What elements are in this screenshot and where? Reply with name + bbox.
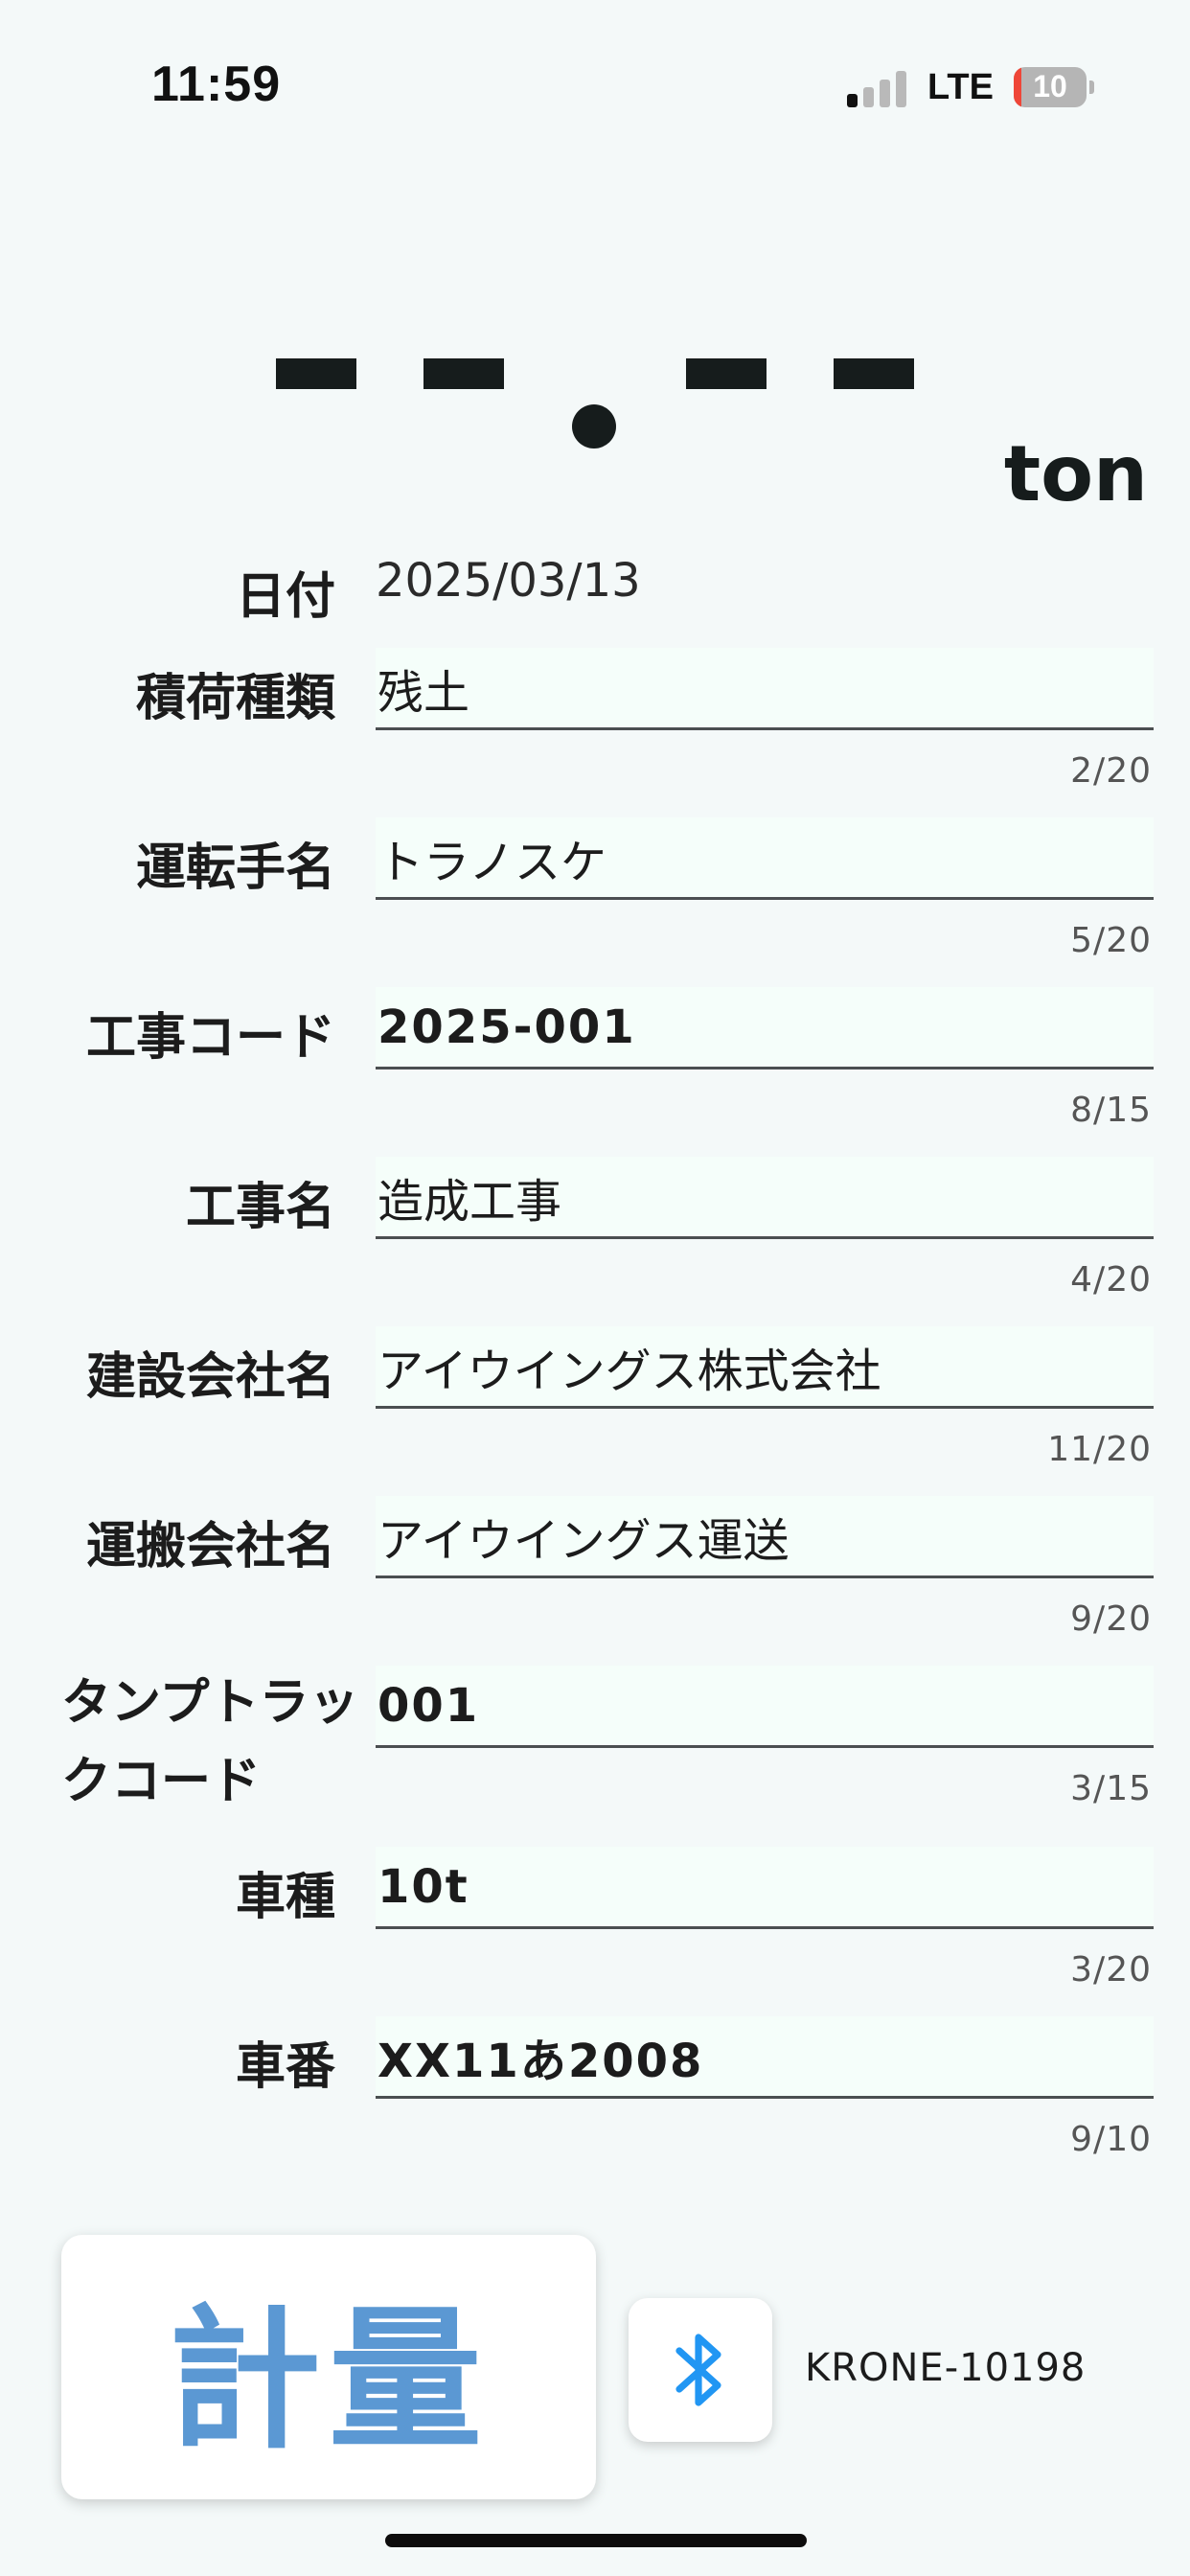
char-counter: 11/20 <box>1047 1430 1152 1469</box>
char-counter: 9/10 <box>1070 2120 1152 2159</box>
vehicle-type-input[interactable] <box>378 1847 1154 1926</box>
weight-digit-dash <box>686 358 767 389</box>
char-counter: 5/20 <box>1070 921 1152 960</box>
char-counter: 3/15 <box>1070 1769 1152 1808</box>
bluetooth-button[interactable] <box>629 2298 772 2442</box>
construction-name-field[interactable] <box>376 1157 1154 1239</box>
field-label: 車種 <box>235 1869 335 1926</box>
weight-digit-dash <box>834 358 914 389</box>
cargo-type-field[interactable] <box>376 648 1154 730</box>
home-indicator[interactable] <box>385 2534 807 2547</box>
field-label: 建設会社名 <box>85 1348 335 1406</box>
construction-company-input[interactable] <box>378 1326 1154 1406</box>
field-label: タンプトラックコード <box>61 1674 359 1810</box>
screen: 11:59 LTE 10 ton 日付 2025/03/13 積荷種類 2/20… <box>0 0 1190 2576</box>
measure-button[interactable]: 計量 <box>61 2235 596 2499</box>
char-counter: 8/15 <box>1070 1091 1152 1130</box>
cargo-type-input[interactable] <box>378 648 1154 727</box>
measure-button-label: 計量 <box>167 2290 490 2470</box>
field-label: 運転手名 <box>135 840 335 897</box>
driver-name-field[interactable] <box>376 817 1154 900</box>
field-label: 工事コード <box>85 1009 335 1067</box>
transport-company-input[interactable] <box>378 1496 1154 1576</box>
battery-icon: 10 <box>1014 67 1094 107</box>
driver-name-input[interactable] <box>378 817 1154 897</box>
vehicle-number-field[interactable] <box>376 2016 1154 2099</box>
field-label: 積荷種類 <box>135 670 335 727</box>
weight-digit-dash <box>276 358 356 389</box>
date-value[interactable]: 2025/03/13 <box>376 554 641 608</box>
date-label: 日付 <box>235 568 335 626</box>
weight-decimal-point <box>572 404 616 448</box>
vehicle-number-input[interactable] <box>378 2016 1154 2096</box>
construction-code-input[interactable] <box>378 987 1154 1067</box>
construction-company-field[interactable] <box>376 1326 1154 1409</box>
construction-code-field[interactable] <box>376 987 1154 1070</box>
char-counter: 4/20 <box>1070 1260 1152 1300</box>
battery-percent: 10 <box>1033 69 1067 104</box>
transport-company-field[interactable] <box>376 1496 1154 1578</box>
weight-unit: ton <box>1003 429 1148 518</box>
field-label: 車番 <box>235 2038 335 2096</box>
bluetooth-icon <box>675 2334 721 2406</box>
construction-name-input[interactable] <box>378 1157 1154 1236</box>
network-type: LTE <box>927 67 994 107</box>
cellular-signal-icon <box>847 71 906 107</box>
weight-digit-dash <box>423 358 504 389</box>
char-counter: 3/20 <box>1070 1950 1152 1990</box>
dump-truck-code-field[interactable] <box>376 1666 1154 1748</box>
vehicle-type-field[interactable] <box>376 1847 1154 1929</box>
device-name: KRONE-10198 <box>805 2346 1087 2390</box>
char-counter: 9/20 <box>1070 1599 1152 1639</box>
field-label: 運搬会社名 <box>85 1518 335 1576</box>
char-counter: 2/20 <box>1070 751 1152 791</box>
status-time: 11:59 <box>151 57 282 112</box>
field-label: 工事名 <box>185 1179 335 1236</box>
dump-truck-code-input[interactable] <box>378 1666 1154 1745</box>
